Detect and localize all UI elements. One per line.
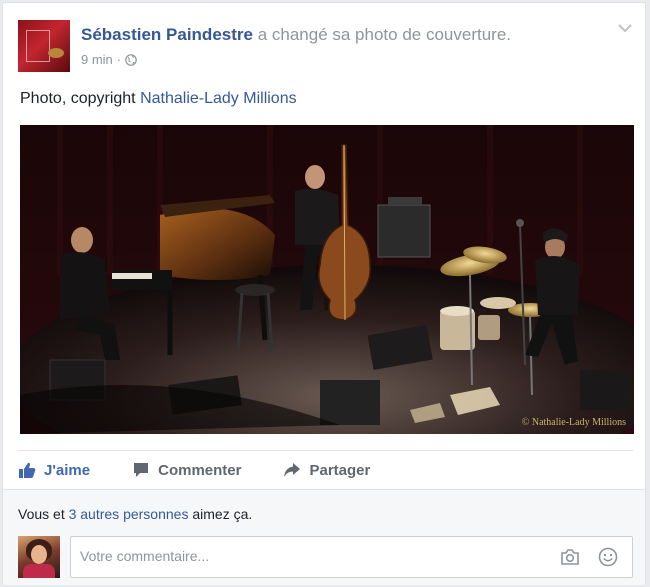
chevron-down-icon[interactable]: [617, 22, 633, 34]
post-card: Sébastien Paindestre a changé sa photo d…: [2, 2, 646, 585]
reactions-summary: Vous et 3 autres personnes aimez ça.: [18, 506, 252, 522]
comment-box: [70, 536, 633, 578]
action-bar: J'aime Commenter Partager: [18, 453, 633, 487]
share-arrow-icon: [284, 463, 301, 477]
reactions-suffix: aimez ça.: [188, 506, 253, 522]
globe-icon[interactable]: [125, 53, 137, 66]
author-name[interactable]: Sébastien Paindestre: [81, 25, 253, 44]
comment-icon: [134, 463, 149, 477]
reactions-prefix: Vous et: [18, 506, 69, 522]
reactions-link[interactable]: 3 autres personnes: [69, 506, 189, 522]
share-button[interactable]: Partager: [283, 461, 370, 479]
meta-separator: ·: [116, 52, 122, 67]
post-caption: Photo, copyright Nathalie-Lady Millions: [20, 90, 297, 108]
photo-watermark: © Nathalie-Lady Millions: [521, 417, 626, 428]
author-avatar[interactable]: [18, 20, 70, 72]
jazz-trio-photo: [20, 125, 634, 434]
current-user-avatar[interactable]: [18, 536, 60, 578]
post-headline: Sébastien Paindestre a changé sa photo d…: [81, 24, 511, 46]
feedback-section: Vous et 3 autres personnes aimez ça.: [3, 489, 645, 585]
caption-link[interactable]: Nathalie-Lady Millions: [140, 90, 297, 107]
thumbs-up-icon: [19, 462, 36, 478]
post-meta: 9 min ·: [81, 52, 137, 67]
comment-label: Commenter: [158, 461, 242, 479]
comment-button[interactable]: Commenter: [132, 461, 241, 479]
post-time[interactable]: 9 min: [81, 52, 113, 67]
cover-photo[interactable]: © Nathalie-Lady Millions: [20, 125, 634, 434]
camera-icon[interactable]: [560, 548, 580, 566]
like-button[interactable]: J'aime: [18, 461, 90, 479]
comment-input[interactable]: [80, 548, 520, 564]
divider: [18, 450, 633, 451]
post-header: Sébastien Paindestre a changé sa photo d…: [18, 20, 633, 76]
post-action-text: a changé sa photo de couverture.: [257, 25, 511, 44]
emoji-icon[interactable]: [598, 547, 618, 567]
share-label: Partager: [309, 461, 371, 479]
caption-text: Photo, copyright: [20, 90, 141, 107]
like-label: J'aime: [44, 461, 91, 479]
